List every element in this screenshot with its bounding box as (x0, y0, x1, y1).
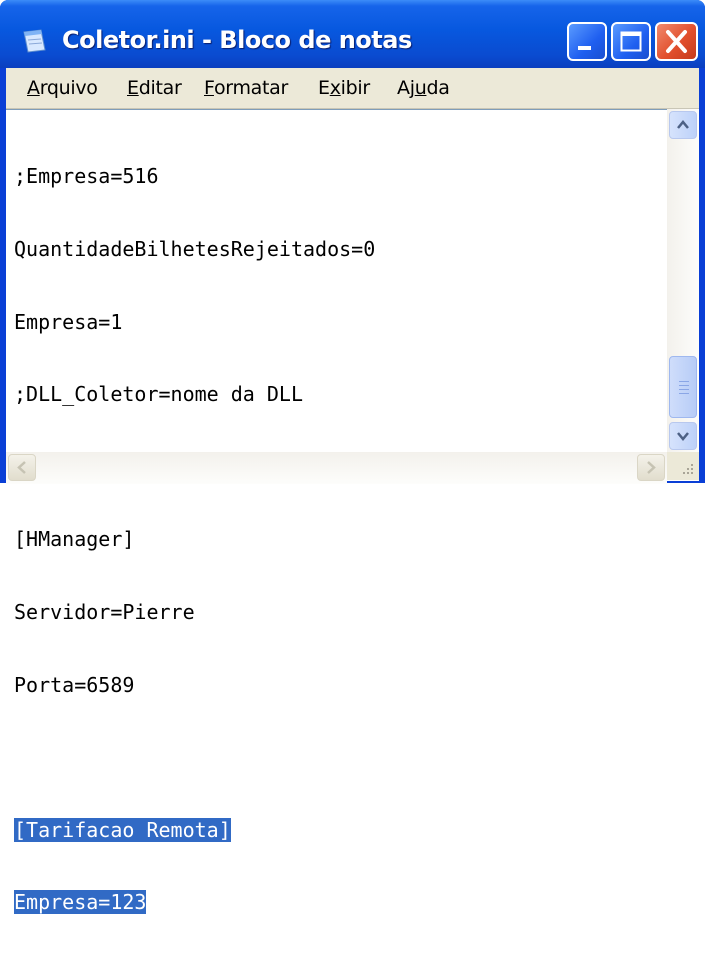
resize-grip-icon (683, 464, 693, 474)
chevron-down-icon (677, 432, 689, 441)
text-line: QuantidadeBilhetesRejeitados=0 (14, 237, 376, 261)
menu-mnemonic: x (329, 77, 341, 99)
text-line (14, 745, 654, 769)
close-button[interactable] (655, 22, 698, 61)
menu-formatar[interactable]: Formatar (204, 77, 288, 99)
menu-mnemonic: E (127, 77, 139, 99)
scroll-left-button[interactable] (8, 454, 36, 481)
minimize-button[interactable] (567, 22, 607, 61)
scroll-down-button[interactable] (669, 422, 697, 450)
grip-line (679, 381, 689, 382)
horizontal-scrollbar[interactable] (6, 452, 667, 484)
menu-mnemonic: A (27, 77, 40, 99)
menu-arquivo[interactable]: Arquivo (27, 77, 98, 99)
notepad-icon (23, 29, 46, 53)
text-line: Servidor=Pierre (14, 599, 195, 624)
scroll-up-button[interactable] (669, 111, 697, 139)
title-bar[interactable]: Coletor.ini - Bloco de notas (0, 0, 705, 68)
chevron-left-icon (17, 461, 26, 474)
text-editor[interactable]: ;Empresa=516 QuantidadeBilhetesRejeitado… (6, 109, 699, 915)
scrollbar-thumb[interactable] (669, 356, 697, 418)
selection-highlight: [Tarifacao Remota] (14, 817, 231, 842)
maximize-icon (620, 31, 642, 52)
minimize-icon (578, 46, 591, 50)
text-line: [HManager] (14, 527, 135, 552)
grip-line (679, 385, 689, 386)
text-line: ;DLL_Coletor=nome da DLL (14, 382, 303, 407)
text-line: Porta=6589 (14, 672, 135, 697)
text-line: Empresa=1 (14, 309, 123, 334)
selection-highlight: Empresa=123 (14, 890, 147, 915)
text-line: ;Empresa=516 (14, 164, 159, 189)
menu-mnemonic: F (204, 77, 214, 99)
grip-line (679, 393, 689, 394)
menu-bar: Arquivo Editar Formatar Exibir Ajuda (6, 68, 699, 109)
window-title: Coletor.ini - Bloco de notas (62, 26, 412, 54)
selected-text-line: Empresa=123 (14, 890, 654, 915)
close-icon (666, 30, 687, 53)
menu-ajuda[interactable]: Ajuda (397, 77, 450, 99)
client-area: Arquivo Editar Formatar Exibir Ajuda ;Em… (6, 68, 699, 915)
chevron-right-icon (647, 461, 656, 474)
scroll-right-button[interactable] (637, 454, 665, 481)
maximize-button[interactable] (611, 22, 651, 61)
chevron-up-icon (677, 120, 689, 129)
menu-editar[interactable]: Editar (127, 77, 182, 99)
resize-grip[interactable] (667, 452, 699, 480)
selected-text-line: [Tarifacao Remota] (14, 817, 654, 842)
document-text[interactable]: ;Empresa=516 QuantidadeBilhetesRejeitado… (14, 116, 654, 915)
notepad-window: Coletor.ini - Bloco de notas Arquivo Edi… (0, 0, 705, 915)
vertical-scrollbar[interactable] (667, 109, 699, 456)
grip-line (679, 389, 689, 390)
menu-mnemonic: u (414, 77, 427, 99)
menu-exibir[interactable]: Exibir (318, 77, 370, 99)
